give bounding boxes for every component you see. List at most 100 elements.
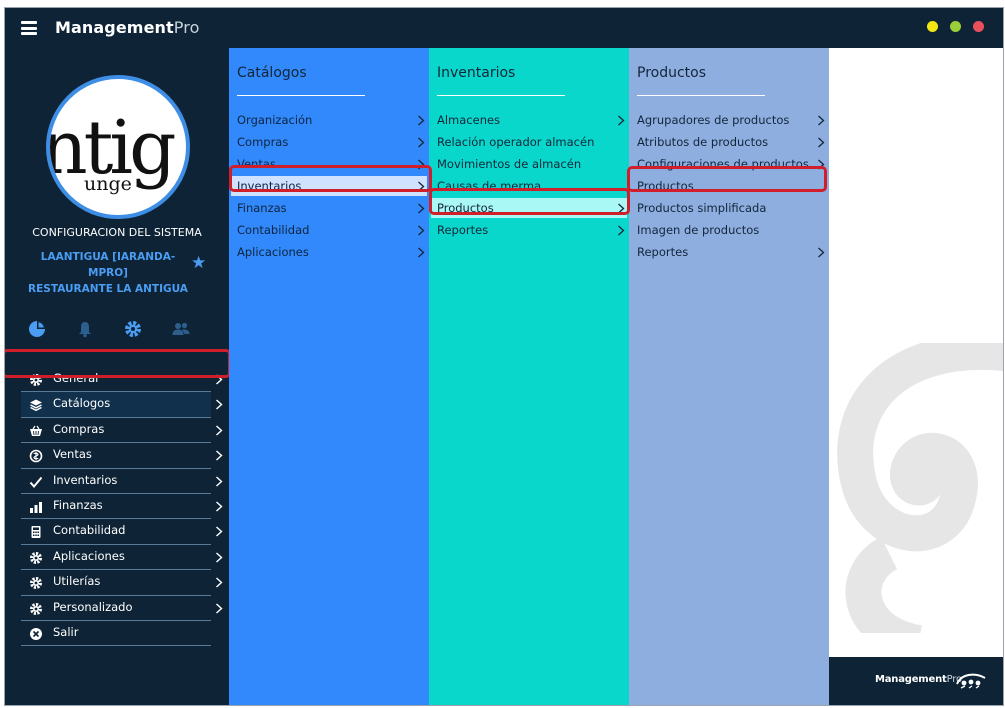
sidebar-item-aplicaciones[interactable]: Aplicaciones [21, 545, 223, 571]
sidebar-item-label: Utilerías [53, 574, 101, 589]
sidebar-item-salir[interactable]: Salir [21, 621, 211, 647]
menu-item-label: Reportes [637, 245, 689, 259]
company-name[interactable]: LAANTIGUA [IARANDA-MPRO] RESTAURANTE LA … [23, 249, 193, 297]
menu-item-movimientos-de-almacen[interactable]: Movimientos de almacén [437, 153, 629, 175]
menu-item-agrupadores-de-productos[interactable]: Agrupadores de productos [637, 109, 829, 131]
bell-icon[interactable] [75, 319, 95, 339]
chevron-right-icon [418, 203, 425, 214]
menu-item-label: Contabilidad [237, 223, 310, 237]
sidebar-item-finanzas[interactable]: Finanzas [21, 494, 223, 520]
sidebar-item-personalizado[interactable]: Personalizado [21, 596, 223, 621]
settings-gear-icon[interactable] [123, 319, 143, 339]
sidebar-item-label: General [53, 371, 99, 385]
gear-icon [30, 551, 42, 564]
chevron-right-icon [618, 225, 625, 236]
basket-icon [30, 425, 42, 436]
system-title: CONFIGURACION DEL SISTEMA [32, 226, 202, 239]
column-divider [637, 95, 765, 96]
menu-item-almacenes[interactable]: Almacenes [437, 109, 629, 131]
menu-item-ventas[interactable]: Ventas [237, 153, 429, 175]
app-window: ManagementPro ntig unge CONFIGURACION DE… [4, 7, 1004, 706]
menu-item-productos-simplificada[interactable]: Productos simplificada [637, 197, 829, 219]
menu-item-label: Atributos de productos [637, 135, 769, 149]
brand-bold: Management [55, 18, 174, 37]
chevron-right-icon [216, 399, 223, 410]
column-title: Productos [637, 65, 707, 81]
menu-item-label: Configuraciones de productos [637, 157, 809, 171]
menu-item-label: Organización [237, 113, 313, 127]
dashboard-pie-icon[interactable] [27, 319, 47, 339]
menu-item-atributos-de-productos[interactable]: Atributos de productos [637, 131, 829, 153]
sidebar-item-compras[interactable]: Compras [21, 418, 223, 444]
company-line-1: LAANTIGUA [IARANDA-MPRO] [40, 251, 176, 279]
chevron-right-icon [618, 203, 625, 214]
menu-item-label: Productos [437, 201, 494, 215]
layers-icon [30, 399, 42, 412]
sidebar-item-label: Catálogos [53, 396, 111, 411]
watermark-swirl-icon [837, 343, 1003, 633]
menu-item-reportes[interactable]: Reportes [437, 219, 629, 241]
users-icon[interactable] [171, 319, 191, 339]
menu-item-label: Compras [237, 135, 289, 149]
menu-item-label: Aplicaciones [237, 245, 309, 259]
chevron-right-icon [216, 476, 223, 487]
menu-item-configuraciones-de-productos[interactable]: Configuraciones de productos [637, 153, 829, 175]
chevron-right-icon [418, 225, 425, 236]
menu-item-relacion-operador-almacen[interactable]: Relación operador almacén [437, 131, 629, 153]
footer-brand-bold: Management [875, 674, 947, 685]
sidebar-item-contabilidad[interactable]: Contabilidad [21, 519, 223, 545]
sidebar-item-label: Ventas [53, 447, 92, 462]
menu-item-label: Ventas [237, 157, 276, 171]
sidebar: ntig unge CONFIGURACION DEL SISTEMA LAAN… [5, 48, 229, 705]
chevron-right-icon [216, 552, 223, 563]
menu-item-reportes[interactable]: Reportes [637, 241, 829, 263]
hamburger-menu-icon[interactable] [21, 21, 37, 35]
brand-light: Pro [173, 18, 200, 37]
menu-item-causas-de-merma[interactable]: Causas de merma [437, 175, 629, 197]
company-line-2: RESTAURANTE LA ANTIGUA [28, 283, 188, 295]
menu-item-compras[interactable]: Compras [237, 131, 429, 153]
menu-item-inventarios[interactable]: Inventarios [231, 175, 429, 197]
sidebar-item-utilerias[interactable]: Utilerías [21, 570, 223, 596]
menu-item-productos-final[interactable]: Productos [637, 175, 829, 197]
sidebar-item-catalogos[interactable]: Catálogos [21, 392, 223, 418]
footer-bar: ManagementPro [829, 657, 1003, 705]
chevron-right-icon [418, 137, 425, 148]
sales-icon [29, 449, 43, 463]
sidebar-item-label: Contabilidad [53, 523, 126, 538]
content-area: ManagementPro [829, 48, 1003, 705]
gear-icon [30, 374, 42, 386]
sidebar-item-general[interactable]: General [21, 367, 223, 393]
menu-item-finanzas[interactable]: Finanzas [237, 197, 429, 219]
menu-item-label: Productos simplificada [637, 201, 767, 215]
chevron-right-icon [818, 115, 825, 126]
menu-item-label: Movimientos de almacén [437, 157, 582, 171]
chevron-right-icon [216, 501, 223, 512]
maximize-button[interactable] [950, 21, 961, 32]
menu-item-aplicaciones[interactable]: Aplicaciones [237, 241, 429, 263]
close-button[interactable] [973, 21, 984, 32]
sidebar-item-ventas[interactable]: Ventas [21, 443, 223, 469]
sidebar-item-inventarios[interactable]: Inventarios [21, 469, 223, 494]
menu-item-organizacion[interactable]: Organización [237, 109, 429, 131]
menu-item-imagen-de-productos[interactable]: Imagen de productos [637, 219, 829, 241]
favorite-star-icon[interactable]: ★ [191, 253, 206, 273]
menu-item-label: Reportes [437, 223, 489, 237]
brand-logo-icon [956, 673, 986, 689]
menu-item-label: Imagen de productos [637, 223, 760, 237]
chevron-right-icon [216, 526, 223, 537]
sidebar-item-label: Inventarios [53, 472, 118, 487]
minimize-button[interactable] [927, 21, 938, 32]
gear-icon [30, 577, 42, 590]
chevron-right-icon [418, 181, 425, 192]
menu-item-label: Relación operador almacén [437, 135, 595, 149]
logo-subtext: unge [84, 173, 132, 195]
menu-item-label: Causas de merma [437, 179, 542, 193]
company-logo: ntig unge [46, 75, 190, 219]
sidebar-item-label: Salir [53, 624, 79, 639]
column-title: Inventarios [437, 65, 516, 81]
menu-item-productos[interactable]: Productos [431, 197, 629, 219]
menu-item-contabilidad[interactable]: Contabilidad [237, 219, 429, 241]
chevron-right-icon [618, 115, 625, 126]
chevron-right-icon [818, 137, 825, 148]
